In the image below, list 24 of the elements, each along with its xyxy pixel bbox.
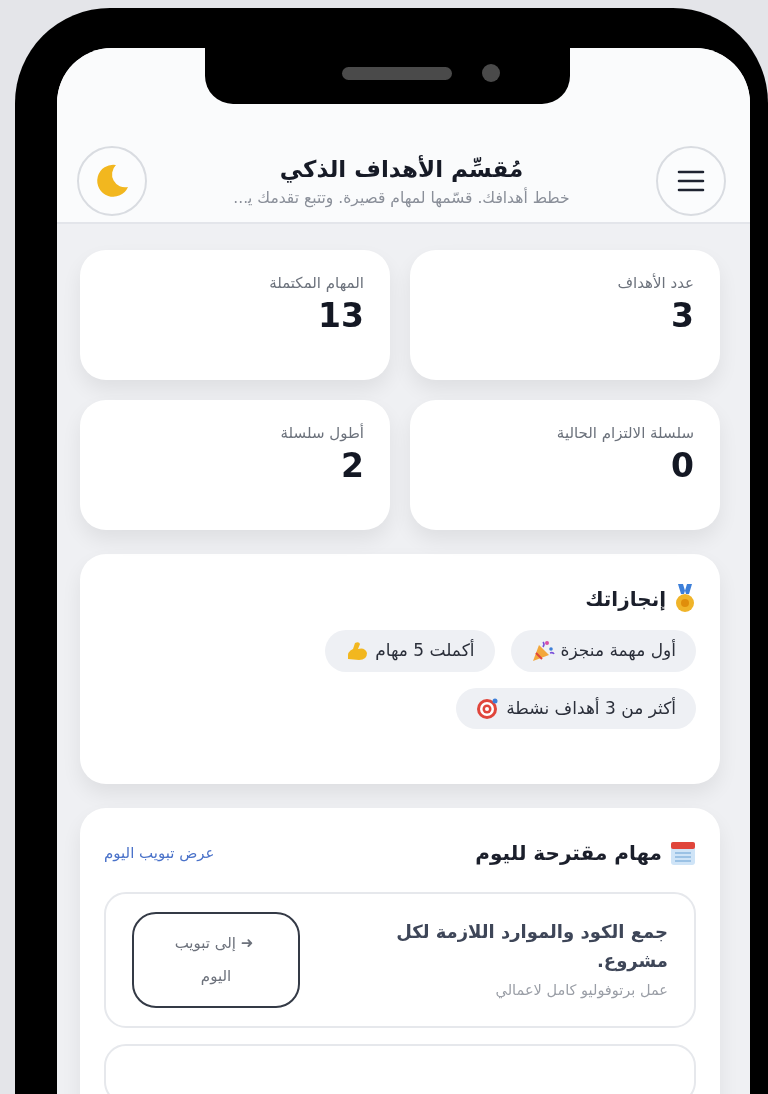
app-title: مُقسِّم الأهداف الذكي <box>279 154 524 185</box>
go-to-today-button[interactable]: ➜ إلى تبويب اليوم <box>132 912 300 1008</box>
arrow-icon: ➜ <box>240 934 254 952</box>
today-tasks-title: مهام مقترحة لليوم <box>475 840 662 867</box>
goal-name: عمل برتوفوليو كامل لاعمالي <box>494 980 668 1001</box>
achievement-badge: أكثر من 3 أهداف نشطة <box>456 687 696 729</box>
stat-label: سلسلة الالتزام الحالية <box>555 423 694 444</box>
calendar-icon <box>670 840 696 866</box>
task-title: جمع الكود والموارد اللازمة لكل مشروع. <box>395 920 668 974</box>
achievement-badge: أول مهمة منجزة <box>510 630 696 672</box>
stat-value: 0 <box>670 444 694 487</box>
stat-value: 2 <box>340 444 364 487</box>
stat-value: 13 <box>317 294 364 337</box>
stat-label: المهام المكتملة <box>268 273 364 294</box>
achievement-badge: أكملت 5 مهام <box>325 630 495 672</box>
stat-value: 3 <box>670 294 694 337</box>
medal-icon <box>674 584 696 614</box>
menu-icon <box>677 170 705 192</box>
app-subtitle: خطط أهدافك. قسّمها لمهام قصيرة. وتتبع تقدمك ﻳ... <box>233 186 570 210</box>
view-today-tab-link[interactable]: عرض تبويب اليوم <box>104 841 215 865</box>
stat-label: عدد الأهداف <box>616 272 694 294</box>
party-popper-icon <box>530 638 555 663</box>
stat-label: أطول سلسلة <box>279 422 364 444</box>
achievements-title: إنجازاتك <box>585 586 666 613</box>
